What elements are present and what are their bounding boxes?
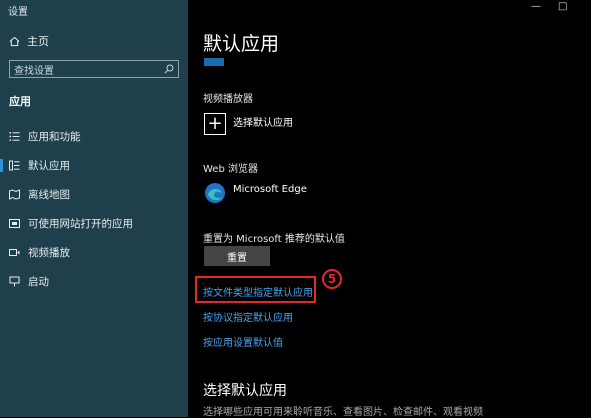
- app-tile-partial: [204, 58, 224, 66]
- home-label: 主页: [27, 35, 49, 48]
- sidebar-item-label: 启动: [28, 276, 49, 288]
- sidebar-item-apps-for-websites[interactable]: 可使用网站打开的应用: [0, 209, 188, 238]
- app-title: 设置: [8, 7, 28, 18]
- plus-icon: +: [207, 113, 223, 134]
- home-nav-item[interactable]: 主页: [9, 33, 49, 49]
- sidebar-nav: 应用和功能 默认应用 离线地图 可使用网站打开的应用 视频播放 启动: [0, 122, 188, 296]
- sidebar-item-label: 离线地图: [28, 189, 70, 201]
- sidebar-item-label: 应用和功能: [28, 131, 81, 143]
- video-playback-icon: [9, 249, 20, 256]
- sidebar: 设置 主页 查找设置 应用 应用和功能 默认应用 离线地图 可使用网站打开的应用…: [0, 0, 188, 417]
- edge-icon[interactable]: [204, 182, 226, 204]
- link-choose-by-protocol[interactable]: 按协议指定默认应用: [203, 309, 293, 324]
- video-player-label: 视频播放器: [203, 94, 253, 105]
- default-apps-icon: [9, 160, 20, 171]
- startup-icon: [9, 276, 20, 287]
- web-browser-label: Web 浏览器: [203, 164, 258, 175]
- minimize-button[interactable]: —: [531, 1, 541, 12]
- video-player-value[interactable]: 选择默认应用: [233, 114, 293, 129]
- link-set-defaults-by-app[interactable]: 按应用设置默认值: [203, 334, 283, 349]
- page-title: 默认应用: [203, 33, 280, 55]
- annotation-step-badge: 5: [322, 269, 342, 289]
- home-icon: [9, 36, 20, 46]
- reset-label: 重置为 Microsoft 推荐的默认值: [203, 234, 345, 245]
- choose-default-apps-description: 选择哪些应用可用来聆听音乐、查看图片、检查邮件、观看视频: [203, 407, 483, 418]
- sidebar-item-startup[interactable]: 启动: [0, 267, 188, 296]
- choose-default-video-button[interactable]: +: [204, 113, 226, 135]
- sidebar-item-label: 视频播放: [28, 247, 70, 259]
- sidebar-item-label: 默认应用: [28, 160, 70, 172]
- choose-default-apps-title: 选择默认应用: [203, 383, 287, 399]
- section-title-apps: 应用: [9, 95, 31, 108]
- sidebar-item-offline-maps[interactable]: 离线地图: [0, 180, 188, 209]
- web-browser-value[interactable]: Microsoft Edge: [233, 184, 307, 195]
- search-icon[interactable]: [164, 64, 174, 74]
- offline-maps-icon: [9, 189, 20, 200]
- main-content: — □ 默认应用 视频播放器 + 选择默认应用 Web 浏览器 Microsof…: [188, 0, 591, 418]
- apps-for-websites-icon: [9, 219, 20, 228]
- sidebar-item-apps-features[interactable]: 应用和功能: [0, 122, 188, 151]
- maximize-button[interactable]: □: [558, 1, 567, 12]
- sidebar-item-default-apps[interactable]: 默认应用: [0, 151, 188, 180]
- apps-features-icon: [9, 132, 20, 141]
- sidebar-item-label: 可使用网站打开的应用: [28, 218, 133, 230]
- reset-button[interactable]: 重置: [204, 246, 270, 266]
- search-placeholder: 查找设置: [14, 65, 54, 77]
- search-input[interactable]: 查找设置: [9, 60, 179, 78]
- sidebar-item-video-playback[interactable]: 视频播放: [0, 238, 188, 267]
- link-choose-by-file-type[interactable]: 按文件类型指定默认应用: [203, 284, 313, 299]
